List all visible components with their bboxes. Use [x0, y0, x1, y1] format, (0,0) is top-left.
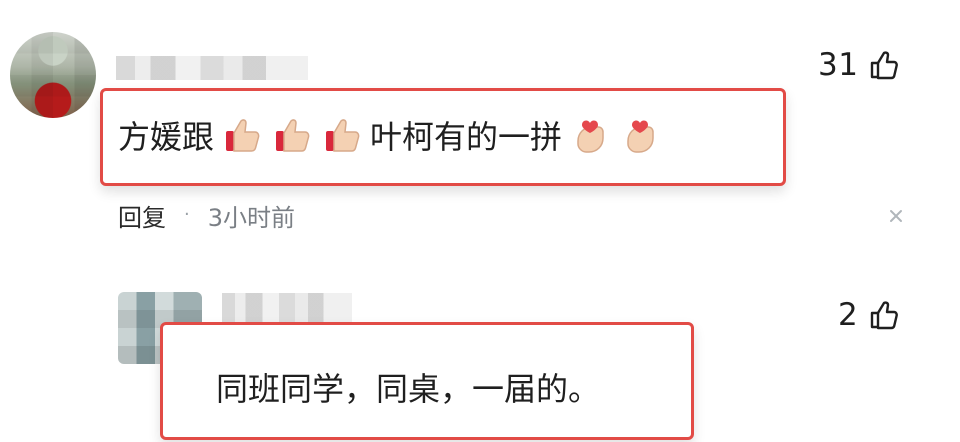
thumbs-up-emoji [220, 113, 264, 157]
thumbs-up-emoji [320, 113, 364, 157]
comment-text: 方媛跟 叶柯有的一拼 [118, 108, 662, 162]
like-control[interactable]: 31 [818, 49, 900, 81]
comment-text-full: 同班同学，同桌，一届的。 [216, 370, 601, 408]
like-count: 2 [838, 296, 859, 333]
thumbs-up-emoji [270, 113, 314, 157]
separator-dot: · [184, 204, 190, 225]
comment-text: 同班同学，同桌，一届的。 [216, 364, 600, 410]
username-blurred[interactable] [116, 56, 308, 80]
comment-actions: 回复 · 3小时前 [118, 198, 295, 233]
avatar[interactable] [10, 32, 96, 118]
like-control[interactable]: 2 [838, 299, 900, 331]
reply-button[interactable]: 回复 [118, 198, 166, 233]
comment-text-part: 方媛跟 [118, 118, 215, 156]
comment-text-part: 叶柯有的一拼 [370, 118, 563, 156]
finger-heart-emoji [568, 113, 612, 157]
like-count: 31 [818, 46, 859, 83]
thumbs-up-outline-icon[interactable] [868, 49, 900, 81]
timestamp: 3小时前 [207, 204, 296, 232]
close-icon[interactable] [886, 206, 906, 226]
finger-heart-emoji [618, 113, 662, 157]
thumbs-up-outline-icon[interactable] [868, 299, 900, 331]
